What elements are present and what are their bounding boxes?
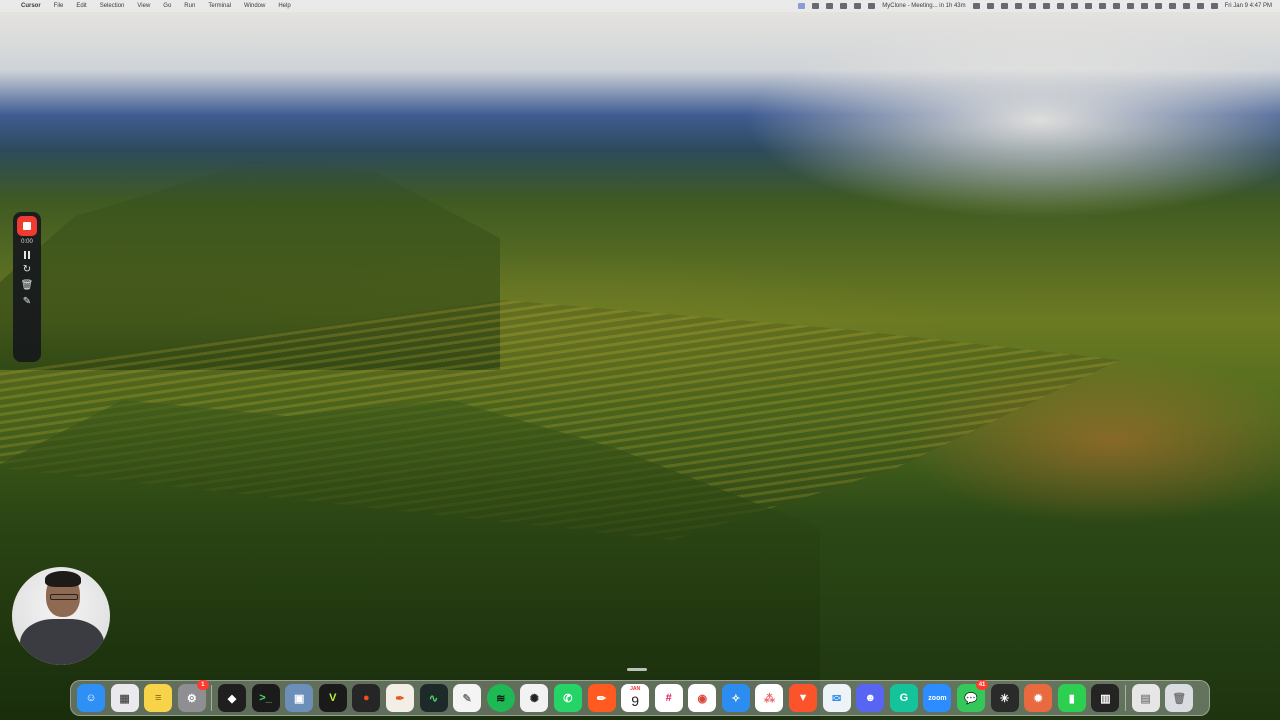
- launchpad-icon[interactable]: ▦: [110, 684, 139, 712]
- presenter-body: [20, 619, 104, 665]
- mail-icon[interactable]: ✉: [822, 684, 851, 712]
- figma-icon[interactable]: ●: [352, 684, 381, 712]
- menu-view[interactable]: View: [137, 3, 150, 9]
- status-icon[interactable]: [1112, 3, 1120, 9]
- asana-icon[interactable]: ⁂: [755, 684, 784, 712]
- finder-icon[interactable]: ☺: [77, 684, 105, 712]
- zoom-icon[interactable]: zoom: [923, 684, 952, 712]
- activity-monitor-icon[interactable]: ∿: [419, 684, 448, 712]
- menu-file[interactable]: File: [54, 3, 64, 9]
- status-icon[interactable]: [986, 3, 994, 9]
- istat-menus-icon[interactable]: ▥: [1091, 684, 1120, 712]
- calendar-status-icon[interactable]: [868, 3, 876, 9]
- menu-bar-clock[interactable]: Fri Jan 9 4:47 PM: [1225, 3, 1272, 9]
- preview-icon[interactable]: ▣: [285, 684, 314, 712]
- grammarly-icon[interactable]: G: [889, 684, 918, 712]
- menu-selection[interactable]: Selection: [100, 3, 125, 9]
- calendar-icon[interactable]: JAN 9: [621, 684, 650, 712]
- chatgpt-icon[interactable]: ✺: [520, 684, 549, 712]
- stop-recording-button[interactable]: [17, 216, 37, 236]
- stop-icon: [23, 222, 31, 230]
- menu-window[interactable]: Window: [244, 3, 265, 9]
- system-settings-icon[interactable]: ⚙ 1: [177, 680, 209, 712]
- feather-app-icon[interactable]: ✒: [385, 684, 414, 712]
- battery-icon[interactable]: [1168, 3, 1176, 9]
- presenter-hair: [45, 571, 81, 587]
- draw-pencil-button[interactable]: ✎: [20, 297, 34, 307]
- status-icon[interactable]: [1084, 3, 1092, 9]
- cursor-app-icon[interactable]: ◆: [217, 684, 246, 712]
- control-center-icon[interactable]: [1196, 3, 1204, 9]
- messages-icon[interactable]: 💬 41: [957, 680, 989, 712]
- spotify-icon[interactable]: ≋: [486, 684, 515, 712]
- claude-icon[interactable]: ✹: [1024, 684, 1053, 712]
- menu-edit[interactable]: Edit: [76, 3, 86, 9]
- restart-recording-button[interactable]: ↻: [20, 265, 34, 275]
- screen-record-status-icon[interactable]: [798, 3, 806, 9]
- recording-timer: 0:00: [21, 239, 33, 245]
- status-icon[interactable]: [812, 3, 820, 9]
- chrome-icon[interactable]: ◉: [688, 684, 717, 712]
- dock-handle[interactable]: [627, 668, 647, 671]
- status-icon[interactable]: [854, 3, 862, 9]
- settings-badge: 1: [196, 680, 209, 690]
- wifi-icon[interactable]: [1154, 3, 1162, 9]
- status-icon[interactable]: [1140, 3, 1148, 9]
- status-icon[interactable]: [826, 3, 834, 9]
- calendar-month: JAN: [630, 686, 641, 692]
- status-icon[interactable]: [1098, 3, 1106, 9]
- menu-run[interactable]: Run: [184, 3, 195, 9]
- calendar-day: 9: [631, 693, 639, 709]
- status-icon[interactable]: [1126, 3, 1134, 9]
- webcam-bubble[interactable]: [12, 567, 110, 665]
- status-icon[interactable]: [1000, 3, 1008, 9]
- status-icon[interactable]: [1070, 3, 1078, 9]
- status-icon[interactable]: [1014, 3, 1022, 9]
- pencil-app-icon[interactable]: ✏: [587, 684, 616, 712]
- terminal-icon[interactable]: >_: [251, 684, 280, 712]
- siri-icon[interactable]: [1210, 3, 1218, 9]
- numbers-icon[interactable]: ▮: [1057, 684, 1086, 712]
- desktop-wallpaper: [0, 0, 1280, 720]
- menu-help[interactable]: Help: [278, 3, 290, 9]
- dock: ☺ ▦ ≡ ⚙ 1 ◆ >_ ▣ V ● ✒ ∿ ✎ ≋ ✺ ✆ ✏ JAN 9 …: [70, 680, 1210, 716]
- trash-icon[interactable]: 🗑: [1165, 684, 1194, 712]
- menu-app-name[interactable]: Cursor: [21, 3, 41, 9]
- discord-icon[interactable]: ☻: [856, 684, 885, 712]
- screen-recorder-toolbar: 0:00 ↻ 🗑 ✎: [13, 212, 41, 362]
- dock-separator: [1125, 685, 1126, 711]
- whatsapp-icon[interactable]: ✆: [553, 684, 582, 712]
- menu-go[interactable]: Go: [163, 3, 171, 9]
- presenter-glasses: [50, 594, 78, 600]
- brave-icon[interactable]: ▼: [789, 684, 818, 712]
- messages-badge: 41: [976, 680, 989, 690]
- files-icon[interactable]: ▤: [1131, 684, 1160, 712]
- perplexity-icon[interactable]: ✳: [990, 684, 1019, 712]
- textedit-icon[interactable]: ✎: [453, 684, 482, 712]
- status-icon[interactable]: [1042, 3, 1050, 9]
- status-icon[interactable]: [972, 3, 980, 9]
- menu-bar: Cursor File Edit Selection View Go Run T…: [0, 0, 1280, 12]
- dock-separator: [211, 685, 213, 711]
- pause-recording-button[interactable]: [20, 251, 34, 259]
- vy-app-icon[interactable]: V: [318, 684, 347, 712]
- notes-icon[interactable]: ≡: [144, 684, 173, 712]
- status-icon[interactable]: [1056, 3, 1064, 9]
- status-icon[interactable]: [840, 3, 848, 9]
- menu-terminal[interactable]: Terminal: [208, 3, 231, 9]
- delete-recording-button[interactable]: 🗑: [20, 281, 34, 291]
- meeting-status[interactable]: MyClone - Meeting... in 1h 43m: [882, 3, 965, 9]
- slack-icon[interactable]: #: [654, 684, 683, 712]
- search-icon[interactable]: [1182, 3, 1190, 9]
- safari-icon[interactable]: ✧: [721, 684, 750, 712]
- status-icon[interactable]: [1028, 3, 1036, 9]
